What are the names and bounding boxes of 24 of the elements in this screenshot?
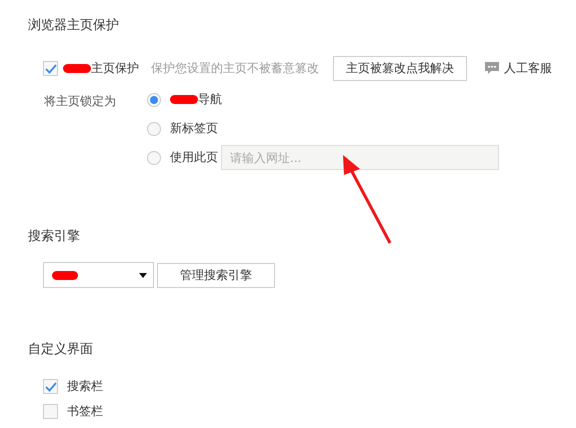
radio-button[interactable] xyxy=(147,150,161,164)
checkbox-label: 主页保护 xyxy=(90,60,139,77)
section-title: 浏览器主页保护 xyxy=(28,17,119,34)
checkbox-label: 书签栏 xyxy=(67,403,103,420)
dropdown-arrow-icon xyxy=(139,272,147,278)
support-link[interactable]: 人工客服 xyxy=(504,60,552,77)
section-title: 搜索引擎 xyxy=(28,228,80,245)
search-engine-dropdown[interactable] xyxy=(43,262,154,288)
option-label: 导航 xyxy=(197,91,222,108)
checkbox[interactable] xyxy=(43,404,58,419)
checkbox-label: 搜索栏 xyxy=(67,378,103,395)
checkbox[interactable] xyxy=(43,61,58,76)
radio-button[interactable] xyxy=(147,122,161,136)
checkbox[interactable] xyxy=(43,379,58,394)
option-label: 使用此页 xyxy=(170,149,218,166)
radio-button[interactable] xyxy=(147,92,161,106)
lock-label: 将主页锁定为 xyxy=(44,93,117,110)
description-text: 保护您设置的主页不被蓄意篡改 xyxy=(151,60,319,77)
manage-engines-button[interactable]: 管理搜索引擎 xyxy=(157,262,275,288)
section-title: 自定义界面 xyxy=(28,341,93,358)
option-label: 新标签页 xyxy=(170,120,218,137)
chat-icon xyxy=(485,62,499,75)
fix-homepage-button[interactable]: 主页被篡改点我解决 xyxy=(333,56,467,81)
url-input[interactable]: 请输入网址... xyxy=(221,145,499,170)
